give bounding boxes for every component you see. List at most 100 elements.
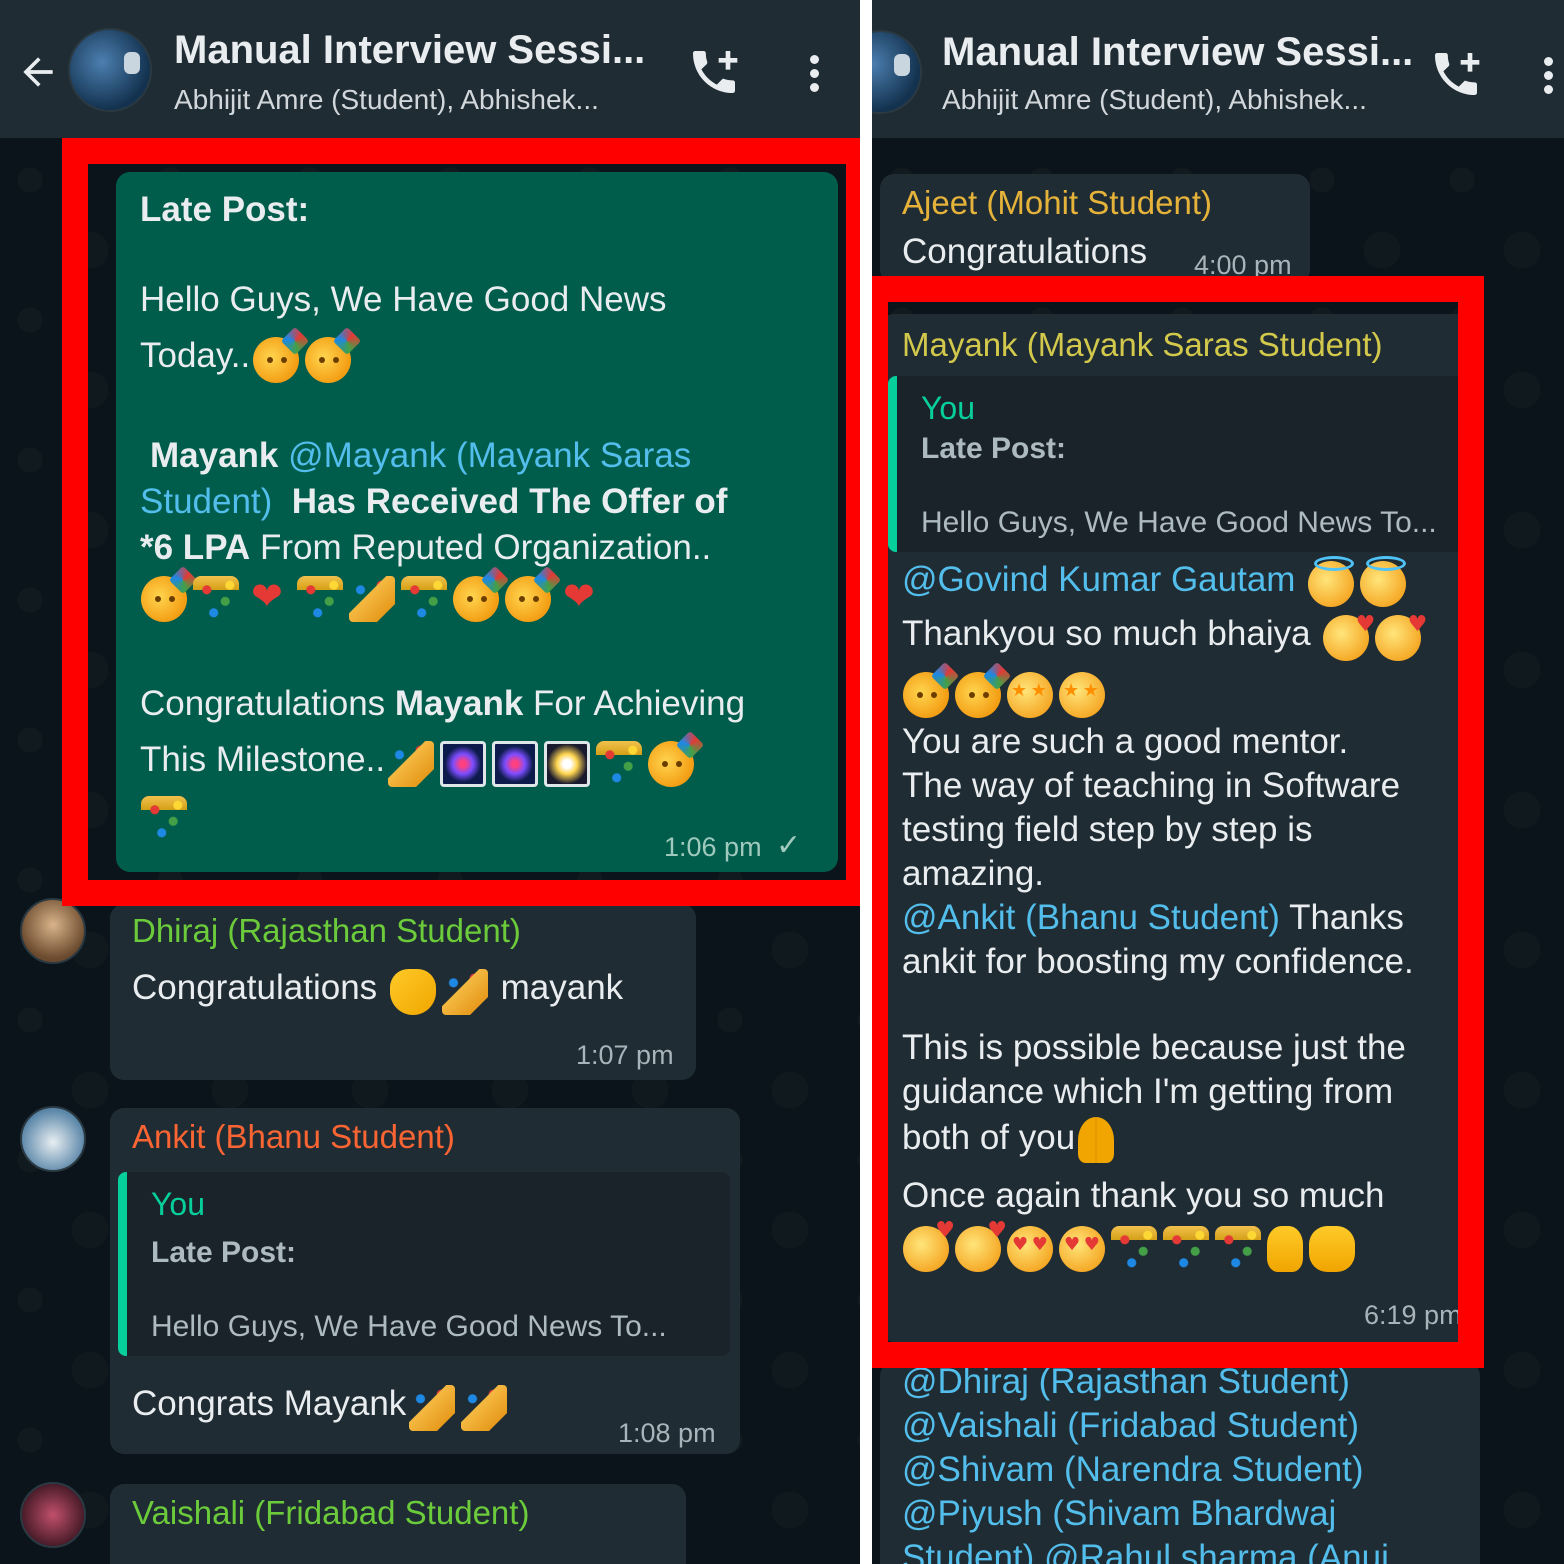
late-post-label: Late Post: bbox=[140, 190, 310, 229]
confetti-ball-icon bbox=[193, 576, 239, 622]
message-time: 6:19 pm bbox=[1364, 1300, 1462, 1330]
left-chat-screenshot: Manual Interview Sessi... Abhijit Amre (… bbox=[0, 0, 860, 1564]
incoming-message-ankit[interactable]: Ankit (Bhanu Student) You Late Post: Hel… bbox=[110, 1108, 740, 1454]
message-line: amazing. bbox=[902, 854, 1045, 893]
message-line: You are such a good mentor. bbox=[902, 722, 1349, 761]
partying-face-icon bbox=[253, 336, 300, 383]
message-line: Once again thank you so much bbox=[902, 1176, 1385, 1215]
add-call-icon[interactable] bbox=[1428, 46, 1484, 102]
party-popper-icon bbox=[388, 740, 435, 787]
red-heart-icon bbox=[245, 574, 291, 622]
incoming-message-mayank[interactable]: Mayank (Mayank Saras Student) You Late P… bbox=[880, 314, 1470, 1342]
message-line: testing field step by step is bbox=[902, 810, 1313, 849]
chat-header: Manual Interview Sessi... Abhijit Amre (… bbox=[872, 0, 1564, 138]
more-vert-icon[interactable] bbox=[1540, 54, 1556, 98]
star-struck-icon bbox=[1007, 672, 1053, 718]
add-call-icon[interactable] bbox=[686, 44, 742, 100]
incoming-message-dhiraj[interactable]: Dhiraj (Rajasthan Student) Congratulatio… bbox=[110, 904, 696, 1080]
quote-title: Late Post: bbox=[921, 432, 1067, 465]
raising-hands-icon bbox=[1309, 1226, 1355, 1272]
sender-name[interactable]: Dhiraj (Rajasthan Student) bbox=[132, 912, 521, 950]
chat-header: Manual Interview Sessi... Abhijit Amre (… bbox=[0, 0, 860, 138]
incoming-message-ajeet[interactable]: Ajeet (Mohit Student) Congratulations 4:… bbox=[880, 174, 1310, 284]
message-line: This Milestone.. bbox=[140, 732, 697, 790]
incoming-message-vaishali[interactable]: Vaishali (Fridabad Student) bbox=[110, 1484, 686, 1564]
quote-text: Hello Guys, We Have Good News To... bbox=[151, 1310, 667, 1343]
sender-name[interactable]: Mayank (Mayank Saras Student) bbox=[902, 326, 1383, 364]
message-line: Hello Guys, We Have Good News bbox=[140, 280, 667, 319]
sender-name[interactable]: Vaishali (Fridabad Student) bbox=[132, 1494, 529, 1532]
mention-dhiraj[interactable]: @Dhiraj (Rajasthan Student) bbox=[902, 1360, 1350, 1404]
group-avatar[interactable] bbox=[872, 30, 922, 114]
message-line: The way of teaching in Software bbox=[902, 766, 1401, 805]
confetti-ball-icon bbox=[401, 576, 447, 622]
group-avatar[interactable] bbox=[68, 28, 152, 112]
message-text: Congratulations bbox=[902, 232, 1148, 271]
smiling-face-with-hearts-icon bbox=[1375, 607, 1427, 661]
folded-hands-icon bbox=[1078, 1117, 1115, 1164]
message-line: @Govind Kumar Gautam bbox=[902, 552, 1409, 610]
sender-avatar[interactable] bbox=[20, 898, 86, 964]
mention-mayank-cont[interactable]: Student) bbox=[140, 482, 272, 521]
sent-tick-icon: ✓ bbox=[776, 829, 802, 862]
confetti-ball-icon bbox=[297, 576, 343, 622]
message-text: Congratulations mayank bbox=[132, 960, 623, 1018]
message-line: This is possible because just the bbox=[902, 1028, 1406, 1067]
party-popper-icon bbox=[441, 968, 488, 1015]
fireworks-icon bbox=[440, 740, 487, 787]
back-arrow-icon[interactable] bbox=[16, 50, 60, 94]
message-line: both of you bbox=[902, 1116, 1117, 1164]
mention-govind[interactable]: @Govind Kumar Gautam bbox=[902, 560, 1295, 599]
message-time: 1:06 pm bbox=[664, 832, 762, 862]
chat-participants[interactable]: Abhijit Amre (Student), Abhishek... bbox=[942, 84, 1367, 116]
quote-title: Late Post: bbox=[151, 1236, 297, 1269]
party-popper-icon bbox=[409, 1384, 456, 1431]
message-line: Congratulations Mayank For Achieving bbox=[140, 684, 746, 723]
mention-piyush[interactable]: @Piyush (Shivam Bhardwaj bbox=[902, 1492, 1336, 1536]
sender-name[interactable]: Ankit (Bhanu Student) bbox=[132, 1118, 455, 1156]
message-line: @Ankit (Bhanu Student) Thanks bbox=[902, 898, 1404, 937]
confetti-ball-icon bbox=[1163, 1226, 1209, 1272]
heart-eyes-icon bbox=[1059, 1226, 1105, 1272]
mention-rahul[interactable]: Student) @Rahul sharma (Anuj bbox=[902, 1536, 1389, 1564]
sender-name[interactable]: Ajeet (Mohit Student) bbox=[902, 184, 1212, 222]
mention-ankit[interactable]: @Ankit (Bhanu Student) bbox=[902, 898, 1280, 937]
emoji-row bbox=[138, 574, 606, 622]
confetti-ball-icon bbox=[1215, 1226, 1261, 1272]
emoji-row bbox=[900, 1218, 1358, 1272]
partying-face-icon bbox=[903, 672, 949, 718]
star-struck-icon bbox=[1059, 672, 1105, 718]
partying-face-icon bbox=[505, 576, 551, 622]
smiling-face-with-hearts-icon bbox=[1323, 607, 1375, 661]
more-vert-icon[interactable] bbox=[806, 52, 822, 96]
message-time: 1:07 pm bbox=[576, 1040, 674, 1070]
sparkler-icon bbox=[544, 740, 591, 787]
quote-author: You bbox=[921, 390, 975, 426]
message-text: Congrats Mayank bbox=[132, 1376, 510, 1434]
chat-participants[interactable]: Abhijit Amre (Student), Abhishek... bbox=[174, 84, 599, 116]
emoji-row bbox=[900, 672, 1108, 718]
screenshot-divider bbox=[860, 0, 872, 1564]
smiling-face-with-halo-icon bbox=[1308, 555, 1355, 607]
partying-face-icon bbox=[648, 740, 695, 787]
message-time: 4:00 pm bbox=[1194, 250, 1292, 280]
outgoing-message-late-post[interactable]: Late Post: Hello Guys, We Have Good News… bbox=[116, 172, 838, 872]
sender-avatar[interactable] bbox=[20, 1106, 86, 1172]
mention-shivam[interactable]: @Shivam (Narendra Student) bbox=[902, 1448, 1364, 1492]
smiling-face-with-halo-icon bbox=[1360, 555, 1407, 607]
mention-vaishali[interactable]: @Vaishali (Fridabad Student) bbox=[902, 1404, 1359, 1448]
message-time: 1:08 pm bbox=[618, 1418, 716, 1448]
incoming-message-next[interactable]: @Dhiraj (Rajasthan Student) @Vaishali (F… bbox=[880, 1362, 1480, 1564]
chat-title[interactable]: Manual Interview Sessi... bbox=[942, 30, 1413, 75]
quoted-message[interactable]: You Late Post: Hello Guys, We Have Good … bbox=[888, 376, 1462, 552]
chat-title[interactable]: Manual Interview Sessi... bbox=[174, 28, 645, 73]
message-line: guidance which I'm getting from bbox=[902, 1072, 1394, 1111]
quoted-message[interactable]: You Late Post: Hello Guys, We Have Good … bbox=[118, 1172, 730, 1356]
clapping-hands-icon bbox=[389, 968, 436, 1015]
mention-mayank[interactable]: @Mayank (Mayank Saras bbox=[288, 436, 691, 475]
message-line: *6 LPA From Reputed Organization.. bbox=[140, 528, 712, 567]
red-heart-icon bbox=[557, 574, 603, 622]
right-chat-screenshot: Manual Interview Sessi... Abhijit Amre (… bbox=[872, 0, 1564, 1564]
party-popper-icon bbox=[349, 576, 395, 622]
sender-avatar[interactable] bbox=[20, 1482, 86, 1548]
